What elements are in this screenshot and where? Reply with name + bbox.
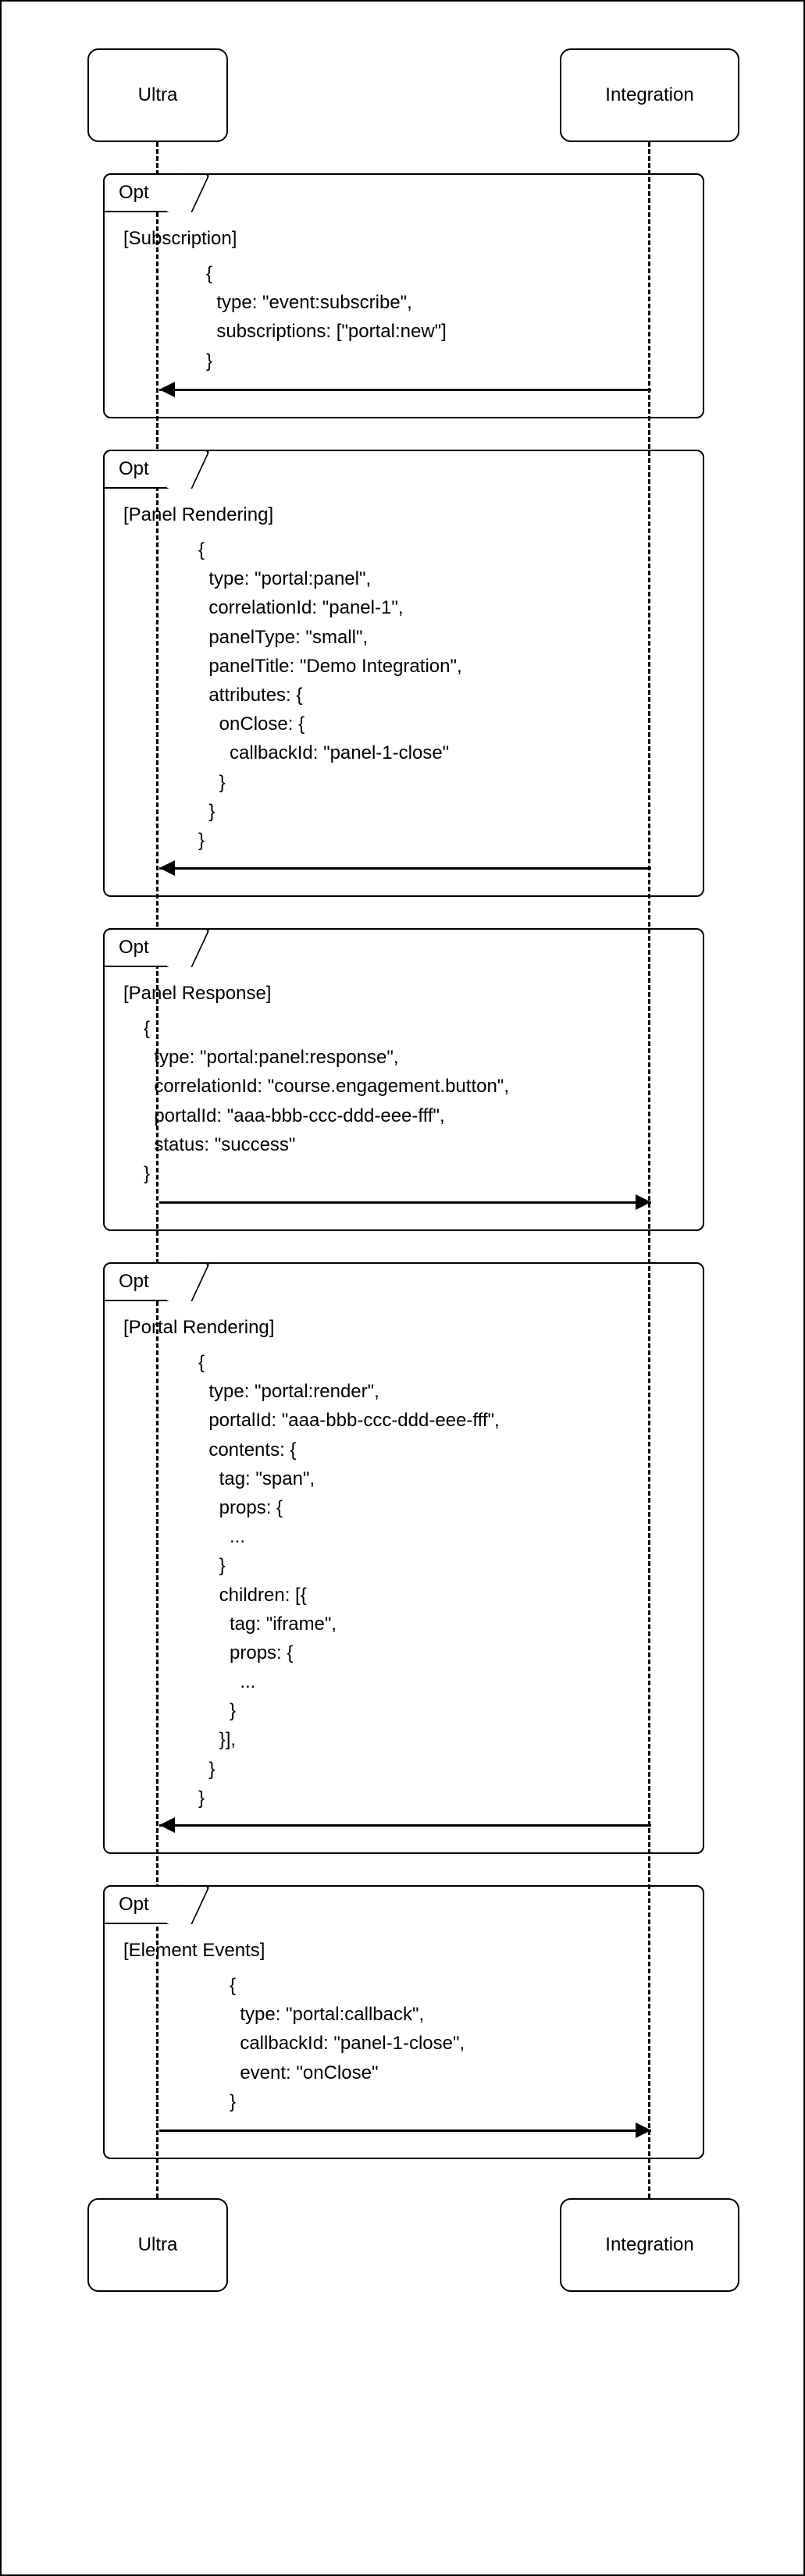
- opt-label: Opt: [103, 450, 189, 489]
- opt-label-text: Opt: [119, 458, 149, 480]
- arrow-head-icon: [636, 2122, 651, 2138]
- opt-label-text: Opt: [119, 1894, 149, 1916]
- message-arrow: [159, 1201, 651, 1204]
- message-arrow: [159, 2129, 651, 2132]
- opt-condition: [Panel Rendering]: [123, 504, 273, 526]
- participant-label: Integration: [605, 84, 693, 106]
- message-arrow: [159, 389, 651, 391]
- opt-label: Opt: [103, 1262, 189, 1301]
- participant-ultra-bottom: Ultra: [87, 2198, 228, 2292]
- sequence-diagram: Ultra Integration Opt [Subscription] { typ…: [0, 0, 805, 2576]
- participant-label: Ultra: [138, 2234, 178, 2256]
- participant-integration-bottom: Integration: [560, 2198, 739, 2292]
- opt-condition: [Panel Response]: [123, 983, 271, 1005]
- opt-label: Opt: [103, 1885, 189, 1924]
- opt-label: Opt: [103, 928, 189, 967]
- opt-fragment: Opt [Panel Response] { type: "portal:panel…: [103, 928, 704, 1231]
- arrow-head-icon: [159, 860, 175, 876]
- opt-fragment: Opt [Subscription] { type: "event:subscrib…: [103, 173, 704, 418]
- opt-fragment: Opt [Panel Rendering] { type: "portal:pane…: [103, 450, 704, 897]
- opt-label-text: Opt: [119, 937, 149, 959]
- message-payload: { type: "event:subscribe", subscriptions…: [206, 259, 447, 375]
- message-payload: { type: "portal:panel", correlationId: "…: [198, 535, 462, 855]
- opt-label: Opt: [103, 173, 189, 212]
- message-arrow: [159, 1824, 651, 1827]
- message-arrow: [159, 867, 651, 870]
- arrow-head-icon: [159, 1817, 175, 1833]
- arrow-head-icon: [159, 382, 175, 397]
- opt-label-text: Opt: [119, 182, 149, 204]
- message-payload: { type: "portal:callback", callbackId: "…: [230, 1971, 465, 2116]
- message-payload: { type: "portal:panel:response", correla…: [144, 1014, 509, 1188]
- opt-label-text: Opt: [119, 1271, 149, 1293]
- participant-integration-top: Integration: [560, 48, 739, 142]
- arrow-head-icon: [636, 1194, 651, 1210]
- opt-condition: [Subscription]: [123, 228, 237, 250]
- message-payload: { type: "portal:render", portalId: "aaa-…: [198, 1348, 500, 1813]
- opt-condition: [Element Events]: [123, 1940, 265, 1962]
- participant-ultra-top: Ultra: [87, 48, 228, 142]
- participant-label: Integration: [605, 2234, 693, 2256]
- opt-fragment: Opt [Element Events] { type: "portal:callb…: [103, 1885, 704, 2159]
- participant-label: Ultra: [138, 84, 178, 106]
- opt-condition: [Portal Rendering]: [123, 1317, 274, 1339]
- opt-fragment: Opt [Portal Rendering] { type: "portal:ren…: [103, 1262, 704, 1854]
